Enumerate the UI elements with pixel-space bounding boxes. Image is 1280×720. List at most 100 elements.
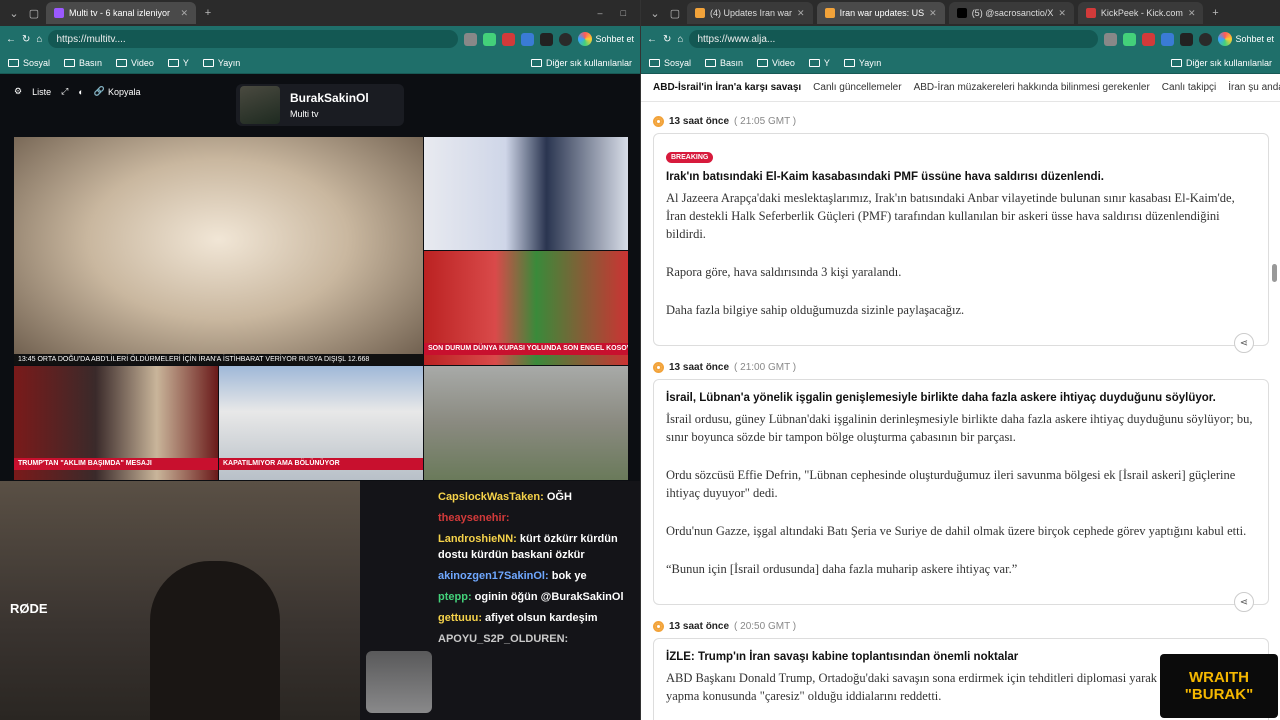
- home-icon[interactable]: ⌂: [36, 34, 42, 45]
- bookmark-folder[interactable]: Yayın: [843, 58, 881, 68]
- video-tile-ntv[interactable]: [424, 137, 628, 250]
- address-bar[interactable]: https://www.alja...: [689, 30, 1099, 48]
- bookmark-folder[interactable]: Video: [757, 58, 795, 68]
- subnav-item[interactable]: Canlı takipçi: [1162, 82, 1216, 93]
- subnav-item[interactable]: ABD-İsrail'in İran'a karşı savaşı: [653, 82, 801, 93]
- live-entry-card: BREAKING Irak'ın batısındaki El-Kaim kas…: [653, 133, 1269, 353]
- channel-avatar: [240, 86, 280, 124]
- subnav-item[interactable]: ABD-İran müzakereleri hakkında bilinmesi…: [914, 82, 1150, 93]
- tab-close-icon[interactable]: ✕: [929, 8, 937, 19]
- reload-icon[interactable]: ↻: [22, 34, 30, 45]
- chat-user[interactable]: APOYU_S2P_OLDUREN:: [438, 633, 568, 645]
- new-tab-icon[interactable]: +: [200, 5, 216, 21]
- overlay-line2: "BURAK": [1184, 686, 1254, 703]
- time-gmt: ( 21:05 GMT ): [734, 116, 797, 127]
- settings-icon[interactable]: ⚙: [14, 86, 22, 97]
- profile-avatar[interactable]: [559, 32, 573, 46]
- other-bookmarks[interactable]: Diğer sık kullanılanlar: [530, 58, 632, 68]
- home-icon[interactable]: ⌂: [677, 34, 683, 45]
- extension-icon[interactable]: [483, 32, 497, 46]
- fullscreen-icon[interactable]: ⤢: [61, 86, 68, 97]
- bookmark-folder[interactable]: Sosyal: [8, 58, 50, 68]
- chat-user[interactable]: ptepp:: [438, 591, 472, 603]
- bookmark-label: Video: [131, 57, 154, 68]
- address-bar[interactable]: https://multitv....: [48, 30, 459, 48]
- video-tile-city[interactable]: [424, 366, 628, 480]
- x-favicon-icon: [956, 8, 967, 18]
- copilot-chat-button[interactable]: Sohbet et: [578, 32, 634, 46]
- workspaces-icon[interactable]: ▢: [667, 5, 683, 21]
- entry-paragraph: İsrail ordusu, güney Lübnan'daki işgalin…: [666, 412, 1253, 444]
- chat-user[interactable]: gettuuu:: [438, 612, 482, 624]
- tab-aljazeera-updates[interactable]: (4) Updates Iran war ✕: [687, 2, 813, 24]
- extension-icon[interactable]: [1142, 32, 1156, 46]
- multitv-controls: ⚙ Liste ⤢ ◐ 🔗 Kopyala: [14, 86, 140, 97]
- folder-icon: [705, 58, 717, 67]
- other-bookmarks[interactable]: Diğer sık kullanılanlar: [1170, 58, 1272, 68]
- video-tile-building[interactable]: KAPATILMIYOR AMA BÖLÜNÜYOR: [219, 366, 423, 480]
- share-icon[interactable]: ⋖: [1234, 592, 1254, 612]
- copy-button[interactable]: 🔗 Kopyala: [94, 86, 141, 97]
- new-tab-icon[interactable]: +: [1207, 5, 1223, 21]
- tab-close-icon[interactable]: ✕: [1188, 8, 1196, 19]
- bookmark-label: Video: [772, 57, 795, 68]
- workspaces-icon[interactable]: ▢: [26, 5, 42, 21]
- extension-icon[interactable]: [1180, 32, 1194, 46]
- video-tile-sport[interactable]: SON DURUM DÜNYA KUPASI YOLUNDA SON ENGEL…: [424, 251, 628, 365]
- tab-x[interactable]: (5) @sacrosanctio/X ✕: [948, 2, 1074, 24]
- chat-message: APOYU_S2P_OLDUREN:: [438, 631, 634, 647]
- tab-close-icon[interactable]: ✕: [797, 8, 805, 19]
- extension-icon[interactable]: [540, 32, 554, 46]
- extension-icon[interactable]: [521, 32, 535, 46]
- tab-menu-icon[interactable]: ⌄: [647, 5, 663, 21]
- channel-card[interactable]: BurakSakinOl Multi tv: [236, 84, 404, 126]
- tab-close-icon[interactable]: ✕: [1058, 8, 1066, 19]
- bookmark-folder[interactable]: Yayın: [202, 58, 240, 68]
- back-icon[interactable]: ←: [647, 34, 657, 45]
- layout-icon[interactable]: ◐: [78, 87, 83, 97]
- reload-icon[interactable]: ↻: [663, 34, 671, 45]
- streamer-figure: [150, 561, 280, 720]
- tab-menu-icon[interactable]: ⌄: [6, 5, 22, 21]
- video-tile-main[interactable]: 13:45 ORTA DOĞU'DA ABD'LİLERİ ÖLDÜRMELER…: [14, 137, 423, 365]
- bookmark-folder[interactable]: Basın: [705, 58, 743, 68]
- chat-user[interactable]: akinozgen17SakinOl:: [438, 570, 549, 582]
- left-address-toolbar: ← ↻ ⌂ https://multitv.... Sohbet et: [0, 26, 640, 52]
- share-icon[interactable]: ⋖: [1234, 333, 1254, 353]
- back-icon[interactable]: ←: [6, 34, 16, 45]
- extension-icon[interactable]: [1123, 32, 1137, 46]
- entry-timestamp: 13 saat önce ( 21:00 GMT ): [653, 362, 1269, 373]
- scrollbar-thumb[interactable]: [1272, 264, 1277, 282]
- vertical-scrollbar[interactable]: [1272, 104, 1278, 714]
- bookmark-folder[interactable]: Y: [167, 58, 189, 68]
- folder-icon: [843, 58, 855, 67]
- list-button[interactable]: Liste: [32, 87, 51, 97]
- copilot-chat-button[interactable]: Sohbet et: [1218, 32, 1274, 46]
- subnav-item[interactable]: İran şu anda dah: [1228, 82, 1280, 93]
- minimize-icon[interactable]: –: [598, 8, 603, 18]
- bookmark-folder[interactable]: Basın: [64, 58, 102, 68]
- tab-multitv[interactable]: Multi tv - 6 kanal izleniyor ✕: [46, 2, 196, 24]
- bookmark-label: Sosyal: [23, 57, 51, 68]
- extension-icon[interactable]: [502, 32, 516, 46]
- tab-kickpeek[interactable]: KickPeek - Kick.com ✕: [1077, 2, 1204, 24]
- profile-avatar[interactable]: [1199, 32, 1213, 46]
- maximize-icon[interactable]: □: [621, 8, 626, 18]
- subnav-item[interactable]: Canlı güncellemeler: [813, 82, 901, 93]
- chat-user[interactable]: theaysenehir:: [438, 512, 510, 524]
- extension-icon[interactable]: [1104, 32, 1118, 46]
- video-tile-trump[interactable]: TRUMP'TAN "AKLIM BAŞIMDA" MESAJI: [14, 366, 218, 480]
- extension-icon[interactable]: [464, 32, 478, 46]
- tab-label: Multi tv - 6 kanal izleniyor: [69, 8, 171, 18]
- tab-iran-war-updates[interactable]: Iran war updates: US ✕: [816, 2, 945, 24]
- tab-close-icon[interactable]: ✕: [180, 8, 188, 19]
- bookmark-folder[interactable]: Sosyal: [649, 58, 691, 68]
- chat-user[interactable]: CapslockWasTaken:: [438, 491, 544, 503]
- chat-message: LandroshieNN: kürt özkürr kürdün dostu k…: [438, 531, 634, 563]
- folder-icon: [167, 58, 179, 67]
- bookmark-folder[interactable]: Video: [116, 58, 154, 68]
- chat-user[interactable]: LandroshieNN:: [438, 533, 517, 545]
- bookmark-folder[interactable]: Y: [808, 58, 830, 68]
- extension-icon[interactable]: [1161, 32, 1175, 46]
- right-tab-strip: ⌄ ▢ (4) Updates Iran war ✕ Iran war updat…: [641, 0, 1280, 26]
